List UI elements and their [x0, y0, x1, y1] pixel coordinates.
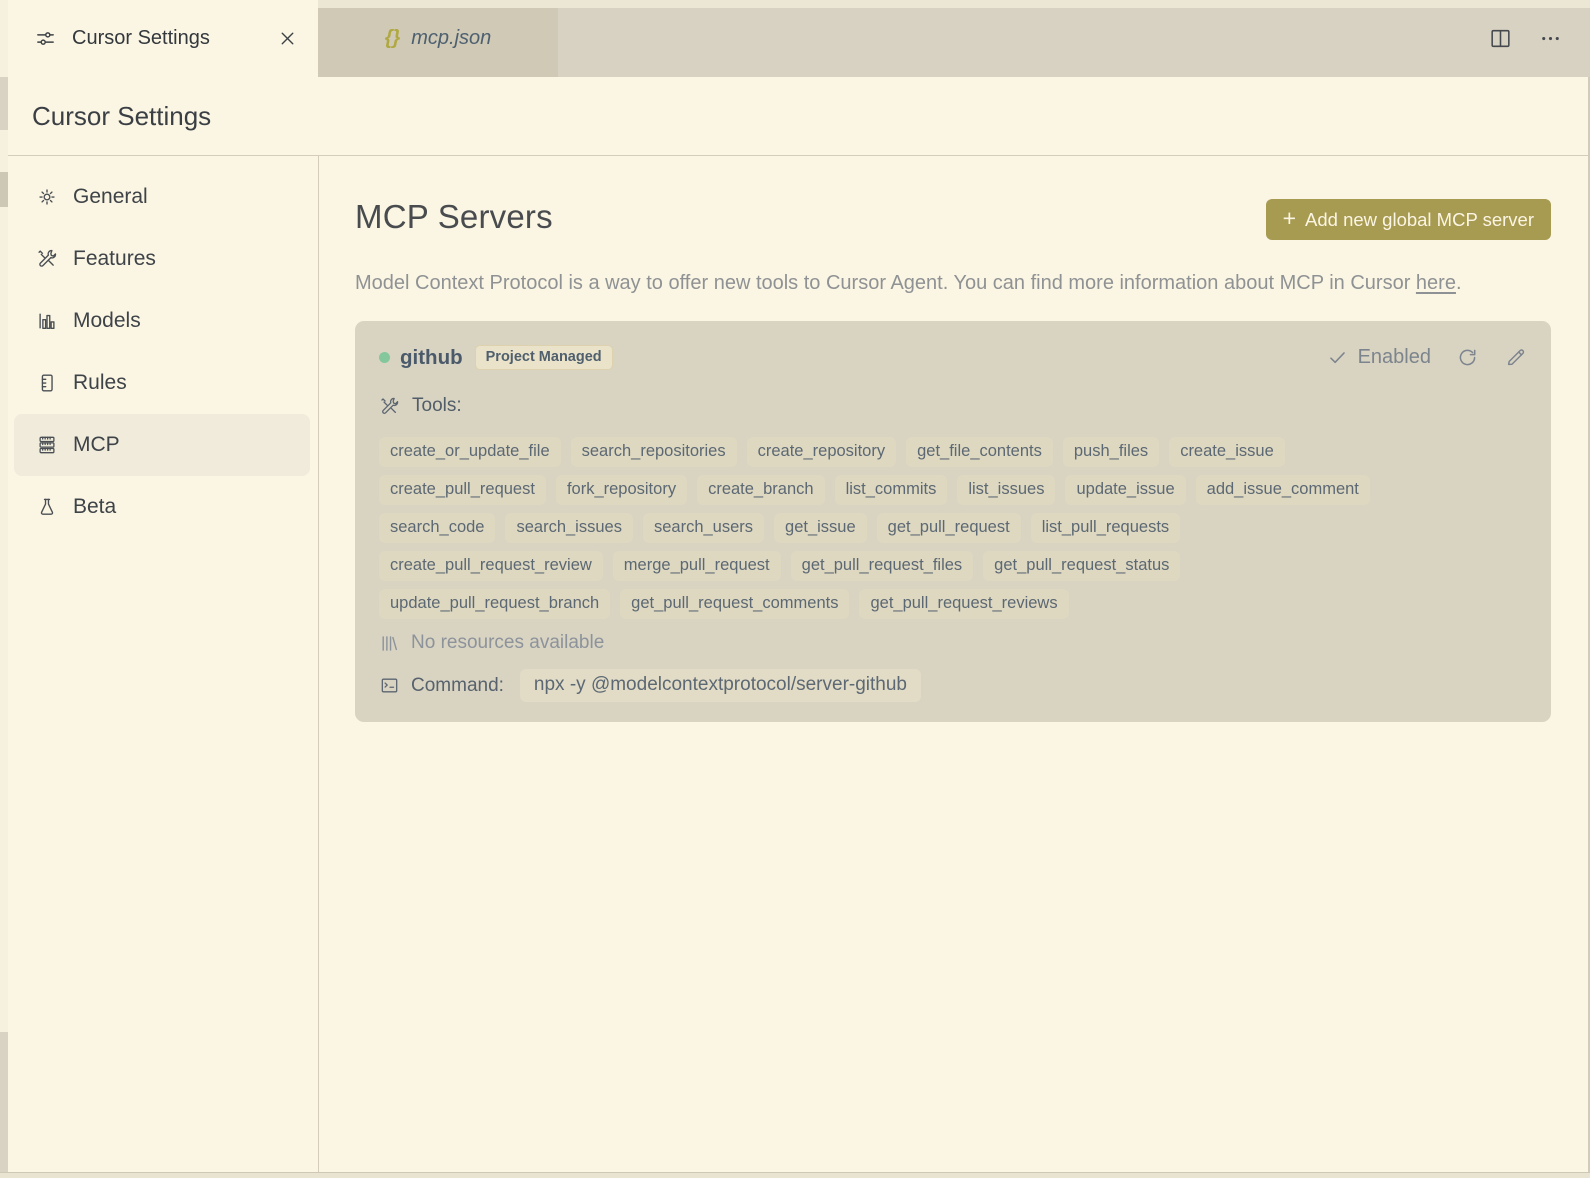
tool-tag: fork_repository: [555, 475, 688, 505]
tool-tag: search_repositories: [570, 437, 737, 467]
resources-text: No resources available: [411, 632, 605, 653]
tool-tag: get_issue: [774, 513, 867, 543]
gear-icon: [36, 186, 58, 208]
refresh-icon[interactable]: [1456, 346, 1479, 369]
sidebar-item-label: Features: [73, 247, 156, 270]
sidebar-item-models[interactable]: Models: [14, 290, 310, 352]
tool-tag: search_code: [379, 513, 496, 543]
check-icon: [1327, 347, 1348, 368]
server-status-dot: [379, 352, 390, 363]
edit-pencil-icon[interactable]: [1504, 346, 1527, 369]
sidebar-item-rules[interactable]: Rules: [14, 352, 310, 414]
tools-label: Tools:: [412, 395, 462, 416]
tool-tag: create_pull_request_review: [379, 551, 603, 581]
tool-tag: merge_pull_request: [612, 551, 781, 581]
tool-tag: search_users: [642, 513, 765, 543]
tool-tag: list_commits: [834, 475, 948, 505]
tool-tag: get_pull_request_status: [983, 551, 1181, 581]
tool-tag: add_issue_comment: [1195, 475, 1370, 505]
ruled-page-icon: [36, 372, 58, 394]
tool-tag: get_pull_request_reviews: [859, 589, 1069, 619]
tools-icon: [36, 248, 58, 270]
tool-tag: get_pull_request_files: [790, 551, 974, 581]
terminal-icon: [379, 675, 400, 696]
tools-icon: [379, 396, 400, 417]
tool-tag-rows: create_or_update_file search_repositories…: [379, 437, 1527, 619]
tool-tag-row: create_pull_request fork_repository create…: [379, 475, 1527, 505]
tool-tag: list_issues: [957, 475, 1056, 505]
plus-icon: +: [1282, 205, 1297, 231]
server-name: github: [400, 345, 463, 369]
tool-tag: update_pull_request_branch: [379, 589, 611, 619]
tool-tag: get_pull_request: [876, 513, 1021, 543]
json-braces-icon: {}: [384, 27, 401, 49]
more-actions-icon[interactable]: [1538, 26, 1563, 51]
tool-tag: list_pull_requests: [1030, 513, 1181, 543]
tool-tag: create_or_update_file: [379, 437, 561, 467]
add-global-mcp-server-button[interactable]: + Add new global MCP server: [1265, 199, 1551, 240]
sliders-icon: [34, 27, 57, 50]
mcp-description: Model Context Protocol is a way to offer…: [355, 272, 1462, 294]
tool-tag: get_file_contents: [906, 437, 1053, 467]
sidebar-item-label: Beta: [73, 495, 117, 518]
left-edge-segment: [0, 172, 8, 207]
tool-tag: push_files: [1062, 437, 1160, 467]
sidebar-item-mcp[interactable]: MCP: [14, 414, 310, 476]
sidebar-item-features[interactable]: Features: [14, 228, 310, 290]
here-link[interactable]: here: [1416, 272, 1456, 294]
tool-tag: create_branch: [697, 475, 825, 505]
tool-tag: create_pull_request: [379, 475, 546, 505]
tool-tag-row: create_pull_request_review merge_pull_req…: [379, 551, 1527, 581]
enabled-label: Enabled: [1357, 346, 1431, 368]
beaker-icon: [36, 496, 58, 518]
window-left-edge: [0, 0, 8, 1172]
left-edge-segment: [0, 77, 8, 130]
sidebar-item-label: Models: [73, 309, 141, 332]
tool-tag-row: search_code search_issues search_users get_…: [379, 513, 1527, 543]
sidebar-item-label: Rules: [73, 371, 127, 394]
server-stack-icon: [36, 434, 58, 456]
tool-tag: create_issue: [1169, 437, 1285, 467]
tool-tag: create_repository: [746, 437, 897, 467]
split-editor-icon[interactable]: [1488, 26, 1513, 51]
editor-tab-bar: Cursor Settings {} mcp.json: [0, 0, 1590, 77]
tool-tag-row: create_or_update_file search_repositories…: [379, 437, 1527, 467]
window-bottom-edge: [0, 1172, 1590, 1178]
mcp-settings-panel: MCP Servers + Add new global MCP server …: [319, 156, 1590, 1172]
tab-label: mcp.json: [411, 27, 492, 49]
close-icon[interactable]: [277, 28, 298, 49]
tool-tag: search_issues: [505, 513, 633, 543]
enabled-toggle[interactable]: Enabled: [1327, 346, 1431, 369]
library-icon: [379, 633, 400, 654]
tool-tag: update_issue: [1065, 475, 1186, 505]
project-managed-badge: Project Managed: [474, 345, 613, 370]
sidebar-item-label: MCP: [73, 433, 120, 456]
command-value: npx -y @modelcontextprotocol/server-gith…: [519, 669, 921, 702]
sidebar-item-general[interactable]: General: [14, 166, 310, 228]
tab-strip-top-edge: [318, 0, 1590, 8]
settings-sidebar: General Features Models Rules MCP Beta: [8, 156, 319, 1172]
editor-actions: [1488, 0, 1590, 77]
tab-label: Cursor Settings: [72, 27, 210, 49]
left-edge-segment: [0, 1032, 8, 1172]
tool-tag: get_pull_request_comments: [620, 589, 850, 619]
settings-header: Cursor Settings: [0, 77, 1590, 156]
mcp-server-card-github: github Project Managed Enabled Tools: cr…: [355, 321, 1551, 722]
command-label: Command:: [411, 674, 504, 696]
tab-cursor-settings[interactable]: Cursor Settings: [8, 0, 318, 77]
settings-title: Cursor Settings: [32, 100, 212, 131]
sidebar-item-label: General: [73, 185, 148, 208]
bar-chart-icon: [36, 310, 58, 332]
tab-mcp-json[interactable]: {} mcp.json: [318, 0, 558, 77]
tool-tag-row: update_pull_request_branch get_pull_reque…: [379, 589, 1527, 619]
page-title: MCP Servers: [355, 198, 553, 235]
sidebar-item-beta[interactable]: Beta: [14, 476, 310, 538]
